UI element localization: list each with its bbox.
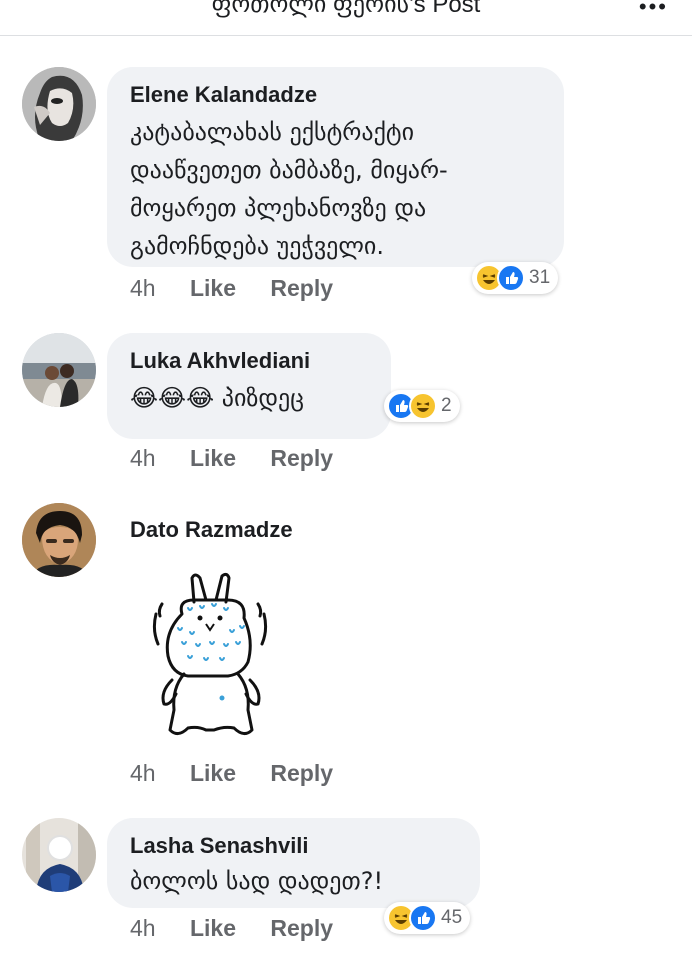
reply-link[interactable]: Reply <box>270 760 333 787</box>
comment-actions: 4h Like Reply <box>130 760 333 787</box>
avatar[interactable] <box>22 333 96 407</box>
comment-time[interactable]: 4h <box>130 275 156 302</box>
reply-link[interactable]: Reply <box>270 275 333 302</box>
reaction-summary[interactable]: 31 <box>472 262 559 294</box>
ellipsis-icon[interactable]: ••• <box>639 0 668 20</box>
like-link[interactable]: Like <box>190 915 236 942</box>
comment-author[interactable]: Dato Razmadze <box>130 516 293 544</box>
reaction-count: 31 <box>529 267 551 288</box>
like-link[interactable]: Like <box>190 445 236 472</box>
comment-text: ბოლოს სად დადეთ?! <box>130 867 384 895</box>
comment-time[interactable]: 4h <box>130 445 156 472</box>
avatar[interactable] <box>22 503 96 577</box>
reaction-count: 2 <box>441 395 452 416</box>
comment-actions: 4h Like Reply <box>130 445 333 472</box>
comment-bubble[interactable]: Elene Kalandadze კატაბალახას ექსტრაქტი დ… <box>107 67 564 267</box>
haha-reaction-icon <box>409 392 437 420</box>
avatar[interactable] <box>22 67 96 141</box>
comment-time[interactable]: 4h <box>130 915 156 942</box>
comment-bubble[interactable]: Lasha Senashvili ბოლოს სად დადეთ?! <box>107 818 480 908</box>
comment-author[interactable]: Luka Akhvlediani <box>130 347 369 375</box>
reaction-summary[interactable]: 2 <box>384 390 460 422</box>
reply-link[interactable]: Reply <box>270 445 333 472</box>
like-link[interactable]: Like <box>190 275 236 302</box>
reply-link[interactable]: Reply <box>270 915 333 942</box>
comment-actions: 4h Like Reply <box>130 275 333 302</box>
comment-text: 😂😂😂 პიზდეც <box>130 384 304 412</box>
reaction-summary[interactable]: 45 <box>384 902 471 934</box>
like-reaction-icon <box>409 904 437 932</box>
like-reaction-icon <box>497 264 525 292</box>
comment-author[interactable]: Elene Kalandadze <box>130 81 542 109</box>
sweating-bunny-sticker[interactable] <box>148 570 273 745</box>
comment-author[interactable]: Lasha Senashvili <box>130 832 458 860</box>
comment-time[interactable]: 4h <box>130 760 156 787</box>
avatar[interactable] <box>22 818 96 892</box>
comment-bubble[interactable]: Luka Akhvlediani 😂😂😂 პიზდეც <box>107 333 391 439</box>
comment-text: კატაბალახას ექსტრაქტი დააწვეთეთ ბამბაზე,… <box>130 118 448 260</box>
comment-actions: 4h Like Reply <box>130 915 333 942</box>
page-title: ფოთოლი ფერის's Post <box>211 0 481 18</box>
post-header: ფოთოლი ფერის's Post ••• <box>0 0 692 36</box>
reaction-count: 45 <box>441 907 463 928</box>
like-link[interactable]: Like <box>190 760 236 787</box>
